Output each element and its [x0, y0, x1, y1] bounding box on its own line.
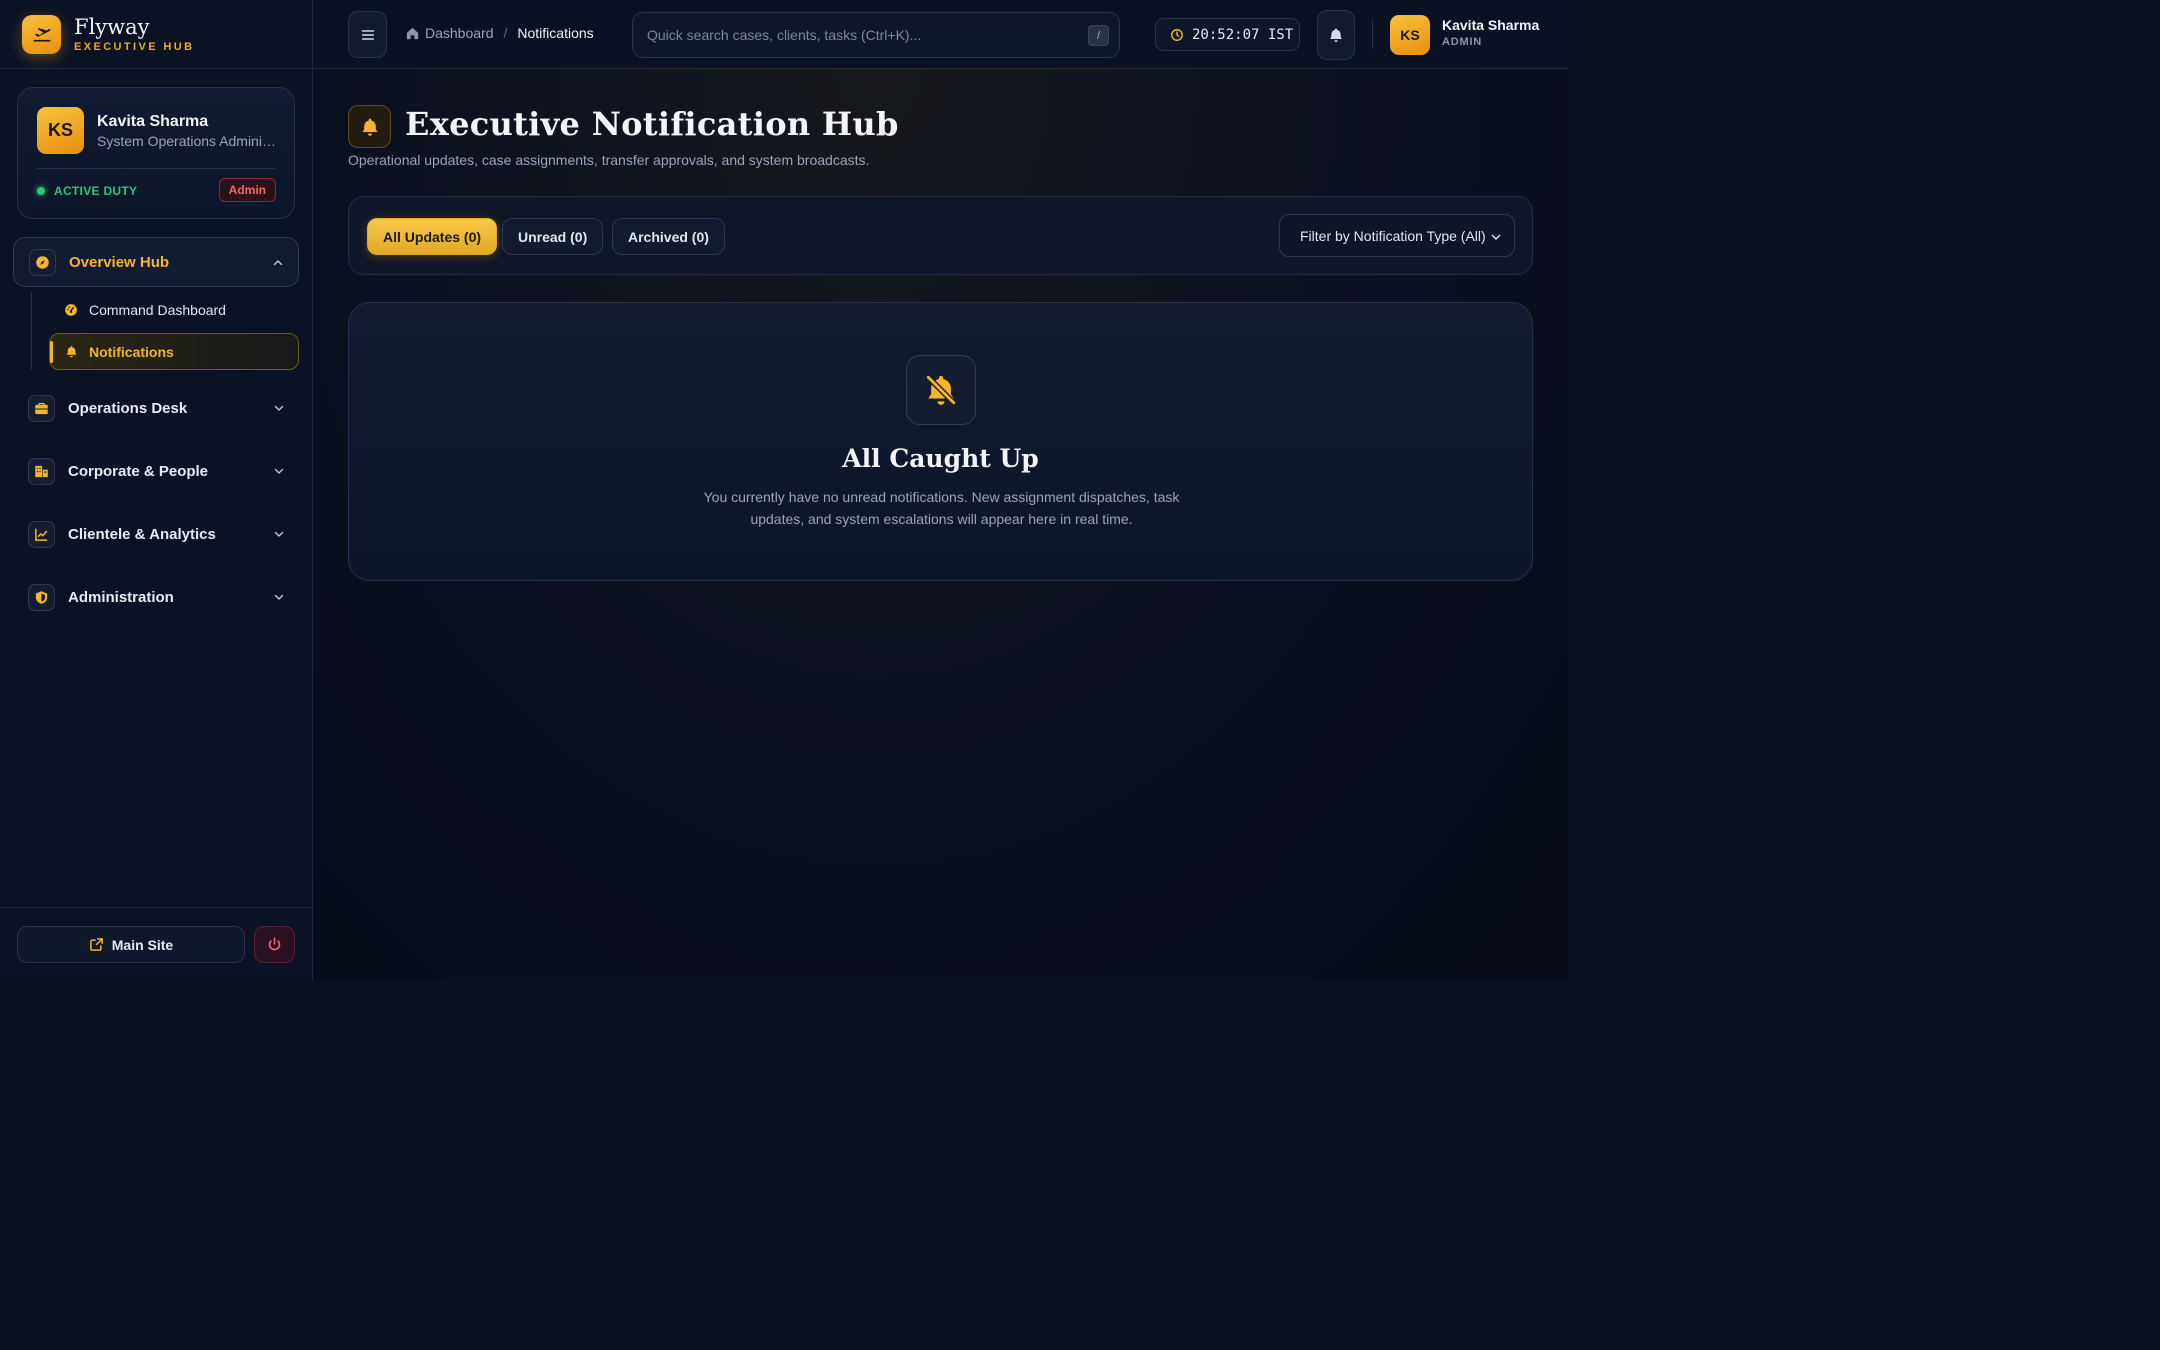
logout-button[interactable] — [254, 926, 295, 963]
breadcrumb-home-label: Dashboard — [425, 25, 494, 41]
chevron-up-icon — [272, 256, 284, 274]
sidebar-item-notifications[interactable]: Notifications — [49, 333, 299, 370]
nav-group-operations-desk[interactable]: Operations Desk — [13, 383, 299, 433]
status-indicator: ACTIVE DUTY — [37, 184, 137, 198]
breadcrumb-current: Notifications — [517, 25, 594, 41]
profile-name: Kavita Sharma — [97, 113, 209, 130]
user-menu[interactable]: Kavita Sharma ADMIN — [1442, 17, 1539, 48]
page-title: Executive Notification Hub — [405, 105, 899, 143]
sidebar-footer: Main Site — [0, 907, 312, 980]
shield-icon — [28, 583, 55, 611]
brand-subtitle: EXECUTIVE HUB — [74, 40, 195, 53]
bell-icon — [65, 345, 78, 358]
role-badge: Admin — [218, 178, 276, 202]
sidebar: Flyway EXECUTIVE HUB KS Kavita Sharma Sy… — [0, 0, 313, 980]
nav-group-overview-hub[interactable]: Overview Hub — [13, 237, 299, 287]
avatar[interactable]: KS — [1390, 15, 1430, 55]
tab-all-updates[interactable]: All Updates (0) — [367, 218, 498, 255]
empty-state-title: All Caught Up — [842, 444, 1039, 473]
clock-icon — [1170, 28, 1192, 42]
brand[interactable]: Flyway EXECUTIVE HUB — [0, 0, 312, 69]
nav-group-administration[interactable]: Administration — [13, 572, 299, 622]
home-icon — [405, 26, 425, 41]
search-box: / — [632, 12, 1120, 58]
nav-group-label: Clientele & Analytics — [68, 525, 216, 543]
nav-group-label: Overview Hub — [69, 253, 170, 271]
sidebar-item-label: Command Dashboard — [89, 301, 226, 318]
sidebar-item-command-dashboard[interactable]: Command Dashboard — [49, 291, 299, 328]
gauge-icon — [64, 303, 78, 317]
briefcase-icon — [28, 394, 55, 422]
filter-bar: All Updates (0) Unread (0) Archived (0) … — [348, 196, 1533, 275]
notification-type-select[interactable]: Filter by Notification Type (All) — [1279, 214, 1515, 257]
chevron-down-icon — [273, 401, 285, 419]
divider — [1372, 20, 1373, 49]
page-subtitle: Operational updates, case assignments, t… — [348, 152, 870, 168]
user-role: ADMIN — [1442, 36, 1483, 48]
user-name: Kavita Sharma — [1442, 17, 1540, 33]
chevron-down-icon — [273, 527, 285, 545]
nav-group-label: Corporate & People — [68, 462, 209, 480]
hamburger-icon — [360, 27, 376, 43]
main-content: Executive Notification Hub Operational u… — [313, 69, 1568, 980]
notification-type-value: Filter by Notification Type (All) — [1300, 227, 1486, 244]
nav-group-clientele-analytics[interactable]: Clientele & Analytics — [13, 509, 299, 559]
profile-card: KS Kavita Sharma System Operations Admin… — [17, 87, 295, 219]
breadcrumb: Dashboard / Notifications — [405, 25, 594, 41]
sidebar-item-label: Notifications — [89, 343, 174, 360]
profile-role: System Operations Administrator — [97, 133, 277, 149]
external-link-icon — [89, 937, 104, 952]
nav-group-label: Administration — [68, 588, 174, 606]
menu-toggle-button[interactable] — [348, 11, 387, 58]
bell-icon — [348, 105, 391, 148]
search-shortcut-hint: / — [1088, 25, 1109, 46]
divider — [37, 168, 275, 169]
power-icon — [267, 937, 282, 952]
chevron-down-icon — [1490, 230, 1502, 246]
clock-time: 20:52:07 IST — [1192, 26, 1294, 43]
tab-archived[interactable]: Archived (0) — [612, 218, 725, 255]
breadcrumb-home-link[interactable]: Dashboard — [405, 25, 494, 41]
nav-group-corporate-people[interactable]: Corporate & People — [13, 446, 299, 496]
main-site-label: Main Site — [111, 936, 174, 953]
avatar: KS — [37, 107, 84, 154]
notifications-button[interactable] — [1317, 10, 1355, 60]
compass-icon — [29, 248, 56, 276]
plane-logo-icon — [22, 14, 61, 54]
bell-icon — [1328, 27, 1344, 43]
search-input[interactable] — [647, 27, 1067, 43]
chevron-down-icon — [273, 464, 285, 482]
brand-name: Flyway — [74, 14, 150, 39]
status-label: ACTIVE DUTY — [54, 184, 138, 198]
empty-state-card: All Caught Up You currently have no unre… — [348, 302, 1533, 581]
status-dot-icon — [37, 187, 45, 195]
bell-off-icon — [906, 355, 976, 425]
breadcrumb-separator: / — [503, 25, 508, 41]
chevron-down-icon — [273, 590, 285, 608]
topbar: Dashboard / Notifications / 20:52:07 IST… — [313, 0, 1568, 69]
subnav-line — [31, 292, 32, 370]
nav-group-label: Operations Desk — [68, 399, 188, 417]
empty-state-text: You currently have no unread notificatio… — [703, 489, 1180, 527]
chart-line-icon — [28, 520, 55, 548]
tab-unread[interactable]: Unread (0) — [502, 218, 604, 255]
clock-display: 20:52:07 IST — [1155, 18, 1300, 51]
main-site-button[interactable]: Main Site — [17, 926, 245, 963]
building-icon — [28, 457, 55, 485]
